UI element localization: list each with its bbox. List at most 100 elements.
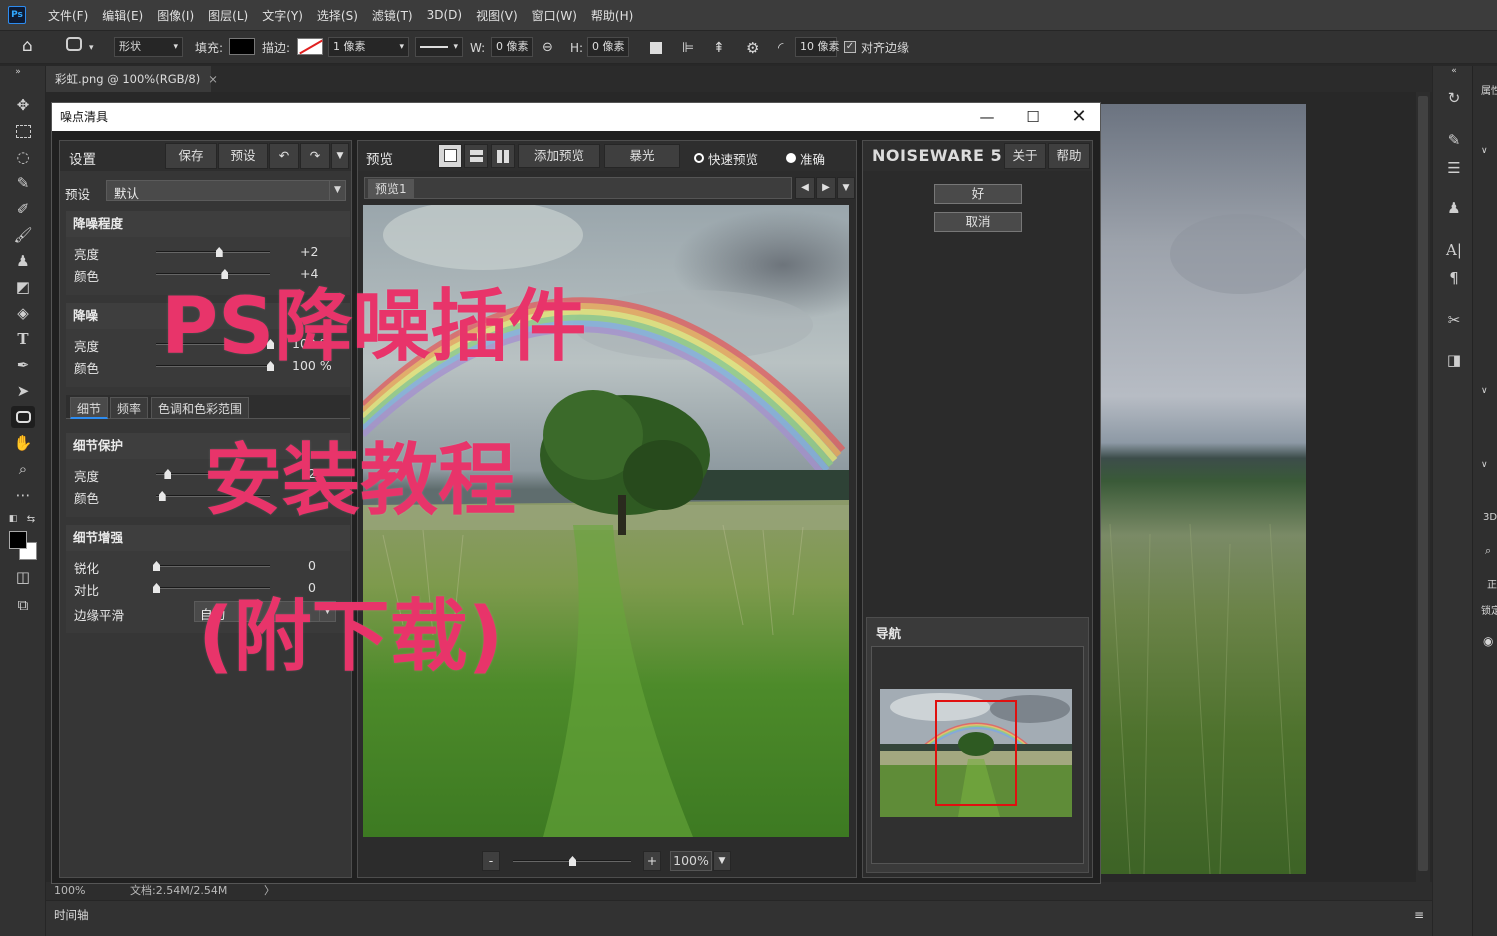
menu-image[interactable]: 图像(I)	[157, 7, 194, 24]
height-field[interactable]: 0 像素	[587, 37, 629, 57]
clone-source-icon[interactable]: ♟	[1443, 198, 1465, 218]
menu-help[interactable]: 帮助(H)	[591, 7, 633, 24]
close-icon[interactable]: ✕	[1056, 103, 1102, 131]
panel-chevron-icon[interactable]: ∨	[1481, 146, 1488, 156]
path-alignment-icon[interactable]: ⊫	[682, 39, 694, 57]
link-icon[interactable]: ⊖	[542, 39, 553, 57]
single-view-button[interactable]	[438, 144, 462, 168]
paint-bucket-tool-icon[interactable]: ◈	[11, 302, 35, 324]
preset-dropdown-button[interactable]: ▼	[329, 180, 346, 201]
panel-menu-icon[interactable]: ≡	[1414, 901, 1424, 929]
swap-colors-icon[interactable]: ⇆	[24, 512, 38, 526]
zoom-tool-icon[interactable]: ⌕	[11, 458, 35, 480]
menu-3d[interactable]: 3D(D)	[427, 8, 462, 22]
eye-icon[interactable]: ◉	[1483, 634, 1493, 648]
fill-swatch[interactable]	[229, 38, 255, 55]
panel-chevron-icon[interactable]: ∨	[1481, 460, 1488, 470]
move-tool-icon[interactable]: ✥	[11, 94, 35, 116]
history-icon[interactable]: ↻	[1443, 88, 1465, 108]
close-icon[interactable]: ×	[208, 72, 218, 86]
about-button[interactable]: 关于	[1004, 143, 1046, 169]
timeline-tab[interactable]: 时间轴	[54, 901, 89, 929]
type-tool-icon[interactable]: T	[11, 328, 35, 350]
zoom-level-field[interactable]: 100%	[670, 851, 712, 871]
width-field[interactable]: 0 像素	[491, 37, 533, 57]
menu-layer[interactable]: 图层(L)	[208, 7, 248, 24]
accurate-radio[interactable]	[786, 153, 796, 163]
menu-file[interactable]: 文件(F)	[48, 7, 88, 24]
brush-tool-icon[interactable]: 🖌	[11, 224, 35, 246]
brush-settings-icon[interactable]: ✎	[1443, 130, 1465, 150]
stroke-width-field[interactable]: 1 像素 ▾	[328, 37, 409, 57]
save-button[interactable]: 保存	[165, 143, 217, 169]
eraser-tool-icon[interactable]: ◩	[11, 276, 35, 298]
prev-preview-button[interactable]: ◀	[795, 177, 815, 199]
panel-chevron-icon[interactable]: ∨	[1481, 386, 1488, 396]
marquee-tool-icon[interactable]	[11, 120, 35, 142]
add-preview-button[interactable]: 添加预览	[518, 144, 600, 168]
stroke-type-select[interactable]: ▾	[415, 37, 463, 57]
menu-window[interactable]: 窗口(W)	[532, 7, 577, 24]
preview-tab-1[interactable]: 预览1	[368, 179, 414, 199]
foreground-color-swatch[interactable]	[9, 531, 27, 549]
quick-mask-icon[interactable]: ◫	[11, 566, 35, 588]
paragraph-icon[interactable]: ¶	[1443, 268, 1465, 288]
slider-handle[interactable]	[158, 491, 166, 501]
tab-tone-color-range[interactable]: 色调和色彩范围	[151, 397, 250, 419]
redo-button[interactable]: ↷	[300, 143, 330, 169]
layer-comps-icon[interactable]: ◨	[1443, 350, 1465, 370]
tab-frequency[interactable]: 频率	[110, 397, 149, 419]
path-selection-tool-icon[interactable]: ➤	[11, 380, 35, 402]
exposure-button[interactable]: 暴光	[604, 144, 680, 168]
menu-edit[interactable]: 编辑(E)	[102, 7, 143, 24]
corner-radius-field[interactable]: 10 像素	[795, 37, 840, 57]
stamp-tool-icon[interactable]: ♟	[11, 250, 35, 272]
pen-tool-icon[interactable]: ✒	[11, 354, 35, 376]
search-icon[interactable]: ⌕	[1485, 544, 1491, 558]
slider-handle[interactable]	[164, 469, 172, 479]
menu-type[interactable]: 文字(Y)	[262, 7, 303, 24]
menu-select[interactable]: 选择(S)	[317, 7, 358, 24]
status-menu-arrow[interactable]: 〉	[264, 882, 275, 900]
status-zoom[interactable]: 100%	[54, 882, 85, 900]
quick-selection-tool-icon[interactable]: ✎	[11, 172, 35, 194]
document-tab[interactable]: 彩虹.png @ 100%(RGB/8) ×	[46, 66, 218, 92]
preview-menu-button[interactable]: ▼	[837, 177, 855, 199]
tool-presets-icon[interactable]: ✂	[1443, 310, 1465, 330]
preset-select[interactable]: 默认	[106, 180, 330, 201]
lasso-tool-icon[interactable]: ◌	[11, 146, 35, 168]
help-button[interactable]: 帮助	[1048, 143, 1090, 169]
zoom-slider-handle[interactable]	[569, 856, 576, 866]
rectangle-tool-icon[interactable]	[11, 406, 35, 428]
collapse-panels-icon[interactable]: «	[1443, 66, 1465, 76]
chevron-down-icon[interactable]: ▾	[89, 39, 94, 57]
screen-mode-icon[interactable]: ⧉	[11, 594, 35, 616]
shape-mode-select[interactable]: 形状 ▾	[114, 37, 183, 57]
home-icon[interactable]: ⌂	[22, 37, 33, 55]
slider-handle[interactable]	[215, 247, 223, 257]
hand-tool-icon[interactable]: ✋	[11, 432, 35, 454]
gear-icon[interactable]: ⚙	[746, 39, 759, 57]
path-arrangement-icon[interactable]: ⇞	[713, 39, 725, 57]
tab-detail[interactable]: 细节	[70, 397, 109, 419]
split-vertical-button[interactable]	[491, 144, 515, 168]
cancel-button[interactable]: 取消	[934, 212, 1022, 232]
default-colors-icon[interactable]: ◧	[6, 512, 20, 526]
path-operations-icon[interactable]	[650, 42, 662, 54]
character-icon[interactable]: A|	[1443, 240, 1465, 260]
noise-level-luminance-slider[interactable]	[156, 251, 270, 253]
minimize-icon[interactable]: —	[964, 103, 1010, 131]
slider-handle[interactable]	[153, 561, 160, 571]
maximize-icon[interactable]: ☐	[1010, 103, 1056, 131]
scrollbar-thumb[interactable]	[1418, 96, 1428, 871]
eyedropper-tool-icon[interactable]: ✐	[11, 198, 35, 220]
zoom-in-button[interactable]: +	[643, 851, 661, 871]
align-edges-checkbox[interactable]: ✓	[844, 41, 856, 53]
undo-button[interactable]: ↶	[269, 143, 299, 169]
slider-handle[interactable]	[153, 583, 160, 593]
zoom-dropdown-button[interactable]: ▼	[713, 851, 731, 871]
split-horizontal-button[interactable]	[464, 144, 488, 168]
menu-view[interactable]: 视图(V)	[476, 7, 518, 24]
next-preview-button[interactable]: ▶	[816, 177, 836, 199]
navigator-view-rectangle[interactable]	[935, 700, 1017, 806]
